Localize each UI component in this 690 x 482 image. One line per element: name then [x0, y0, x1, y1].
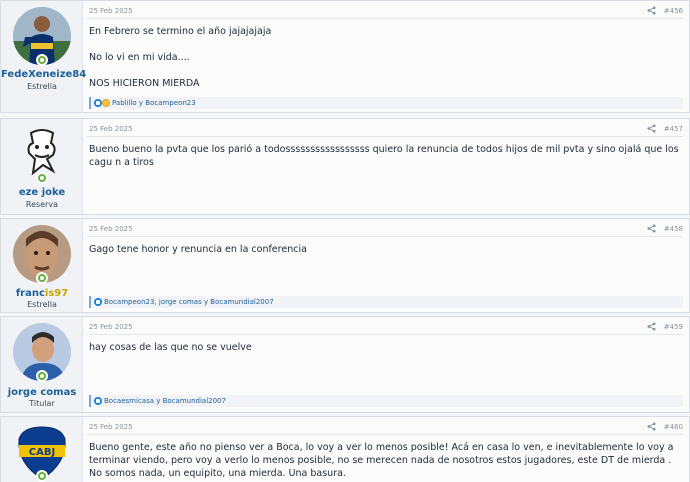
divider [87, 334, 683, 335]
reactions-bar[interactable]: Bocaesmicasa y Bocamundial2007 [89, 395, 683, 407]
username[interactable]: eze joke [1, 187, 83, 198]
post-meta: #460 [647, 422, 683, 431]
share-icon[interactable] [647, 224, 656, 233]
online-status-icon [36, 470, 48, 482]
post-459: jorge comas Titular 25 Feb 2025 #459 hay… [0, 316, 690, 413]
post-number[interactable]: #458 [664, 225, 683, 233]
post-meta: #457 [647, 124, 683, 133]
post-line: Bueno gente, este año no pienso ver a Bo… [89, 442, 674, 479]
post-meta: #456 [647, 6, 683, 15]
online-status-icon [36, 54, 48, 66]
post-line: NOS HICIERON MIERDA [89, 78, 200, 89]
post-body: Bueno bueno la pvta que los parió a todo… [89, 143, 681, 182]
user-panel: francis97 Estrella [1, 219, 83, 312]
online-status-icon [36, 172, 48, 184]
user-title: Estrella [27, 82, 57, 91]
post-456: FedeXeneize84 Estrella 25 Feb 2025 #456 … [0, 0, 690, 113]
user-panel: jorge comas Titular [1, 317, 83, 412]
reactions-bar[interactable]: Bocampeon23, jorge comas y Bocamundial20… [89, 296, 683, 308]
post-date[interactable]: 25 Feb 2025 [89, 7, 133, 15]
reactions-bar[interactable]: Pablillo y Bocampeon23 [89, 97, 683, 109]
post-meta: #459 [647, 322, 683, 331]
post-457: eze joke Reserva 25 Feb 2025 #457 Bueno … [0, 118, 690, 215]
user-title: Estrella [27, 300, 57, 309]
divider [87, 236, 683, 237]
post-number[interactable]: #459 [664, 323, 683, 331]
username-part: franc [15, 288, 45, 299]
post-date[interactable]: 25 Feb 2025 [89, 323, 133, 331]
like-reaction-icon [94, 397, 102, 405]
post-line: No lo vi en mi vida.... [89, 52, 190, 63]
post-line: hay cosas de las que no se vuelve [89, 342, 252, 353]
post-460: CABJ 25 Feb 2025 #460 Bueno gente, este … [0, 416, 690, 482]
post-number[interactable]: #460 [664, 423, 683, 431]
post-body: hay cosas de las que no se vuelve [89, 341, 681, 367]
post-line: Bueno bueno la pvta que los parió a todo… [89, 144, 679, 168]
username[interactable]: francis97 [1, 288, 83, 299]
share-icon[interactable] [647, 124, 656, 133]
post-number[interactable]: #456 [664, 7, 683, 15]
username[interactable]: FedeXeneize84 [1, 69, 86, 80]
post-458: francis97 Estrella 25 Feb 2025 #458 Gago… [0, 218, 690, 313]
like-reaction-icon [94, 298, 102, 306]
user-title: Titular [29, 399, 55, 408]
post-number[interactable]: #457 [664, 125, 683, 133]
share-icon[interactable] [647, 322, 656, 331]
reactions-list[interactable]: Pablillo y Bocampeon23 [112, 99, 196, 107]
crest-text: CABJ [29, 447, 55, 458]
post-date[interactable]: 25 Feb 2025 [89, 225, 133, 233]
user-panel: CABJ [1, 417, 83, 482]
user-title: Reserva [25, 200, 59, 209]
reactions-list[interactable]: Bocampeon23, jorge comas y Bocamundial20… [104, 298, 274, 306]
username[interactable]: jorge comas [1, 387, 83, 398]
post-line: En Febrero se termino el año jajajajaja [89, 26, 272, 37]
share-icon[interactable] [647, 6, 656, 15]
online-status-icon [36, 370, 48, 382]
confused-reaction-icon [102, 99, 110, 107]
share-icon[interactable] [647, 422, 656, 431]
post-line: Gago tene honor y renuncia en la confere… [89, 244, 307, 255]
post-date[interactable]: 25 Feb 2025 [89, 125, 133, 133]
user-panel: FedeXeneize84 Estrella [1, 1, 86, 112]
post-body: En Febrero se termino el año jajajajaja … [89, 25, 681, 103]
post-meta: #458 [647, 224, 683, 233]
divider [87, 434, 683, 435]
post-date[interactable]: 25 Feb 2025 [89, 423, 133, 431]
post-body: Bueno gente, este año no pienso ver a Bo… [89, 441, 681, 482]
divider [87, 18, 683, 19]
like-reaction-icon [94, 99, 102, 107]
user-panel: eze joke Reserva [1, 119, 83, 214]
username-part: is97 [44, 288, 69, 299]
online-status-icon [36, 272, 48, 284]
post-body: Gago tene honor y renuncia en la confere… [89, 243, 681, 269]
divider [87, 136, 683, 137]
reactions-list[interactable]: Bocaesmicasa y Bocamundial2007 [104, 397, 226, 405]
